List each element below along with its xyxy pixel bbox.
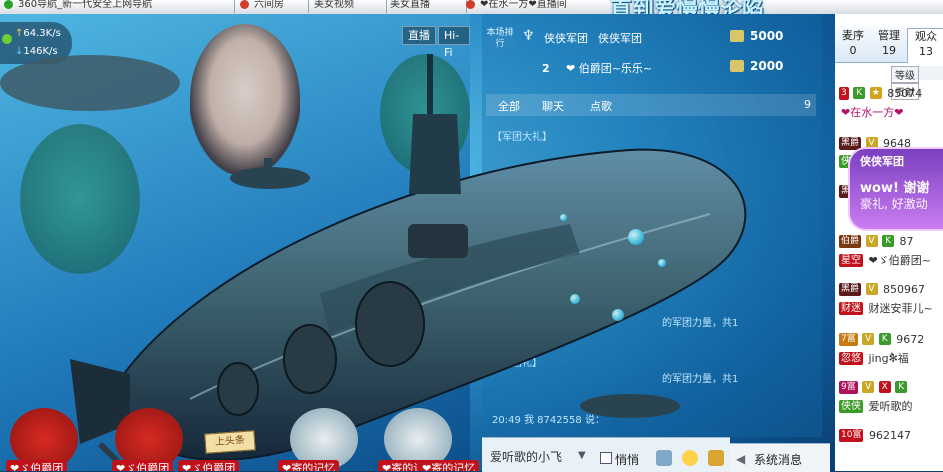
browser-tab-360[interactable]: 360导航_新一代安全上网导航 (0, 0, 235, 13)
image-icon[interactable] (656, 450, 672, 466)
trophy-icon: ♆ (522, 28, 535, 44)
tab-queue[interactable]: 麦序 0 (835, 28, 871, 58)
avatar-name: ❤寄的记忆 (418, 460, 480, 471)
whisper-label: 悄悄 (615, 453, 640, 467)
submarine-tower (409, 54, 461, 194)
chat-target-input[interactable]: 爱听歌的小飞 (490, 448, 572, 466)
x-badge-icon: X (878, 381, 891, 393)
browser-tab-live-room[interactable]: ❤在水一方❤直播间 (462, 0, 627, 13)
ranking-badge: 本场排行 (486, 28, 514, 54)
user-row[interactable]: 10富 962147 (839, 428, 943, 444)
gift-popup: 侠侠军团 wow! 谢谢 豪礼, 好激动 (848, 147, 943, 231)
bubble (612, 309, 624, 321)
popup-gift-text: 豪礼, 好激动 (860, 197, 928, 211)
k-badge-icon: K (882, 235, 895, 247)
hifi-button[interactable]: Hi-Fi (438, 26, 470, 59)
k-badge-icon: K (853, 87, 866, 99)
popup-wow: wow! 谢谢 (860, 181, 930, 196)
live-stage: 直播 Hi-Fi ↑64.3K/s ↓146K/s 本场排行 ♆ 侠侠军团 侠侠… (0, 14, 835, 471)
ranking-value: 5000 (750, 29, 784, 43)
user-row[interactable]: 黑爵 V 850967 (839, 282, 943, 298)
tab-song[interactable]: 点歌 (590, 98, 612, 114)
emoji-icon[interactable] (682, 450, 698, 466)
chat-input-bar: 爱听歌的小飞 ▼ 悄悄 (482, 437, 730, 472)
ranking-name: 侠侠军团 (544, 32, 588, 45)
small-submarine (0, 55, 180, 111)
v-badge-icon: V (865, 283, 878, 295)
user-row[interactable]: ❤在水一方❤ (839, 104, 943, 120)
v-badge-icon: V (865, 235, 878, 247)
panel-tabs: 全部 聊天 点歌 9 (486, 94, 816, 116)
avatar-name: ❤寄的记忆 (278, 460, 340, 471)
tab-admins[interactable]: 管理 19 (871, 28, 907, 58)
avatar-name: ❤ゞ伯爵团 (112, 460, 174, 471)
ranking-row: 2 ❤ 伯爵团~乐乐~ 2000 (486, 56, 816, 82)
user-list-header: 等级贡献 (891, 66, 943, 100)
panel-count: 9 (804, 98, 811, 111)
avatar-name: ❤ゞ伯爵团 (6, 460, 68, 471)
whisper-checkbox[interactable] (600, 452, 612, 464)
user-row[interactable]: 侠侠 爱听歌的 (839, 398, 943, 414)
coin-icon (730, 30, 744, 42)
user-row[interactable]: 伯爵 V K 87 (839, 234, 943, 250)
small-submarine (230, 158, 310, 189)
k-badge-icon: K (878, 333, 891, 345)
bubble (570, 294, 580, 304)
user-row[interactable]: 7富 V K 9672 (839, 332, 943, 348)
bubble (628, 229, 644, 245)
k-badge-icon: K (895, 381, 908, 393)
browser-tab-beauty-live[interactable]: 美女直播 (372, 0, 467, 13)
bubble (560, 214, 567, 221)
chat-line: 【军团大礼】 (492, 132, 552, 143)
tab-audience[interactable]: 观众 13 (907, 28, 943, 63)
user-row[interactable]: 星空 ❤ゞ伯爵团~ (839, 252, 943, 268)
user-tabs: 麦序 0 管理 19 观众 13 (835, 26, 943, 63)
ranking-name: 侠侠军团 (598, 32, 642, 45)
star-badge-icon: ★ (869, 87, 882, 99)
user-list-panel: 麦序 0 管理 19 观众 13 等级贡献 3 K ★ 85074 ❤在水一方❤… (835, 14, 943, 471)
v-badge-icon: V (862, 333, 875, 345)
tab-chat[interactable]: 聊天 (542, 98, 564, 114)
user-row[interactable]: 9富 V X K (839, 380, 943, 396)
user-row[interactable]: 3 K ★ 85074 (839, 86, 943, 102)
ranking-name: ❤ 伯爵团~乐乐~ (566, 62, 653, 75)
popup-title: 侠侠军团 (860, 155, 904, 168)
speaker-icon: ◀ (736, 452, 746, 466)
avatar-name: ❤ゞ伯爵团 (178, 460, 240, 471)
user-row[interactable]: 财迷 财迷安菲儿~ (839, 300, 943, 316)
ranking-row: 本场排行 ♆ 侠侠军团 侠侠军团 5000 (486, 26, 816, 54)
system-message-bar[interactable]: ◀ 系统消息 (730, 443, 830, 472)
ranking-num: 2 (542, 62, 550, 75)
6rooms-favicon-icon (466, 0, 475, 9)
user-row[interactable]: 忽悠 jing✻ٌ福 (839, 350, 943, 366)
coin-icon (730, 60, 744, 72)
headline-sign: 上头条 (204, 430, 256, 454)
vip-icon[interactable] (708, 450, 724, 466)
dropdown-arrow-icon[interactable]: ▼ (578, 450, 586, 461)
ranking-value: 2000 (750, 59, 784, 73)
small-submarine (580, 394, 680, 418)
live-button[interactable]: 直播 (402, 26, 436, 45)
360-favicon-icon (4, 0, 13, 9)
tab-all[interactable]: 全部 (498, 98, 520, 114)
6rooms-favicon-icon (240, 0, 249, 9)
browser-tab-strip: 360导航_新一代安全上网导航 六间房 美女视频 美女直播 ❤在水一方❤直播间 (0, 0, 943, 14)
v-badge-icon: V (862, 381, 875, 393)
system-message-label: 系统消息 (754, 453, 803, 467)
bubble (658, 259, 666, 267)
